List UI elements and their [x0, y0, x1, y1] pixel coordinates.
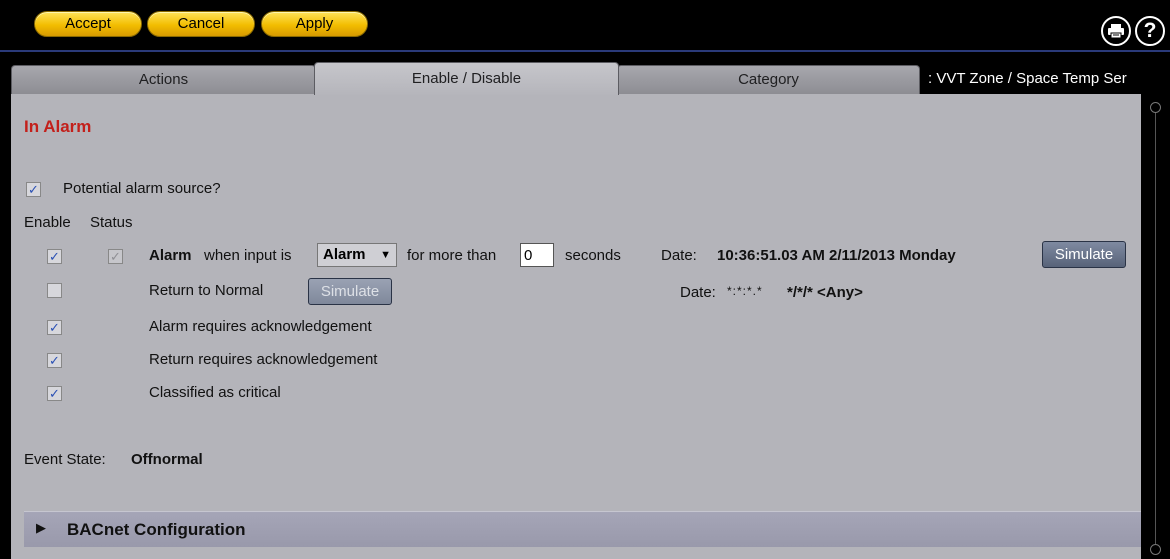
- return-date-time: *:*:*.*: [727, 284, 763, 298]
- alarm-ack-checkbox[interactable]: ✓: [47, 320, 62, 335]
- tab-category[interactable]: Category: [617, 65, 920, 94]
- potential-source-label: Potential alarm source?: [63, 180, 221, 197]
- printer-icon-glyph: [1108, 24, 1124, 39]
- scroll-down-handle[interactable]: [1150, 544, 1161, 555]
- return-ack-label: Return requires acknowledgement: [149, 351, 378, 368]
- return-date-value: */*/* <Any>: [787, 284, 863, 301]
- status-column-header: Status: [90, 214, 133, 231]
- cancel-button[interactable]: Cancel: [147, 11, 255, 37]
- seconds-label: seconds: [565, 247, 621, 264]
- seconds-input[interactable]: [520, 243, 554, 267]
- expand-arrow-icon: ▶: [36, 520, 46, 535]
- alarm-date-value: 10:36:51.03 AM 2/11/2013 Monday: [717, 247, 956, 264]
- bacnet-configuration-section[interactable]: ▶ BACnet Configuration: [24, 511, 1141, 547]
- bacnet-configuration-label: BACnet Configuration: [67, 520, 246, 539]
- accept-button[interactable]: Accept: [34, 11, 142, 37]
- potential-source-checkbox[interactable]: ✓: [26, 182, 41, 197]
- object-title: : VVT Zone / Space Temp Ser: [928, 70, 1127, 87]
- alarm-label-bold: Alarm: [149, 247, 192, 264]
- for-more-than-label: for more than: [407, 247, 497, 264]
- scroll-up-handle[interactable]: [1150, 102, 1161, 113]
- top-toolbar: Accept Cancel Apply ?: [0, 0, 1170, 50]
- chevron-down-icon: ▼: [380, 249, 391, 261]
- return-enable-checkbox[interactable]: [47, 283, 62, 298]
- return-date-label: Date:: [680, 284, 716, 301]
- alarm-enable-checkbox[interactable]: ✓: [47, 249, 62, 264]
- scroll-track-line: [1155, 108, 1156, 548]
- critical-label: Classified as critical: [149, 384, 281, 401]
- help-icon[interactable]: ?: [1135, 16, 1165, 46]
- tab-bar: Actions Enable / Disable Category : VVT …: [0, 52, 1170, 95]
- vertical-scrollbar[interactable]: [1150, 98, 1162, 559]
- alarm-status-checkbox: ✓: [108, 249, 123, 264]
- alarm-date-label: Date:: [661, 247, 697, 264]
- alarm-label-rest: when input is: [204, 247, 292, 264]
- enable-column-header: Enable: [24, 214, 71, 231]
- printer-icon[interactable]: [1101, 16, 1131, 46]
- alarm-simulate-button[interactable]: Simulate: [1042, 241, 1126, 268]
- alarm-condition-select[interactable]: Alarm ▼: [317, 243, 397, 267]
- event-state-value: Offnormal: [131, 451, 203, 468]
- alarm-condition-value: Alarm: [323, 246, 366, 263]
- tab-actions[interactable]: Actions: [11, 65, 316, 94]
- return-normal-label: Return to Normal: [149, 282, 264, 299]
- return-ack-checkbox[interactable]: ✓: [47, 353, 62, 368]
- section-title: In Alarm: [24, 117, 92, 136]
- apply-button[interactable]: Apply: [261, 11, 368, 37]
- critical-checkbox[interactable]: ✓: [47, 386, 62, 401]
- alarm-ack-label: Alarm requires acknowledgement: [149, 318, 372, 335]
- tab-enable-disable[interactable]: Enable / Disable: [314, 62, 619, 95]
- return-simulate-button: Simulate: [308, 278, 392, 305]
- event-state-label: Event State:: [24, 451, 106, 468]
